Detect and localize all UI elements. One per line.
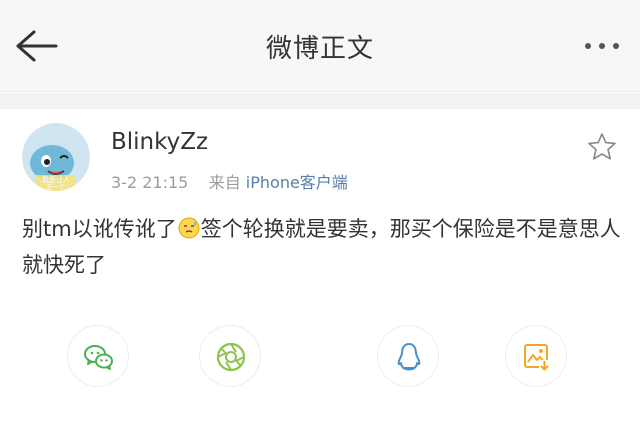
post-text: 别tm以讹传讹了 签个轮换就是要卖，那买个保险是不是意思人就快死了 — [22, 211, 622, 283]
wechat-icon — [84, 345, 113, 370]
avatar-caption-line-1: 我是让人 — [42, 175, 70, 184]
weibo-post: 我是让人 在一个 BlinkyZz 3-2 21:15 来自 iPhone客户端… — [0, 109, 640, 434]
post-meta: 3-2 21:15 来自 iPhone客户端 — [111, 169, 348, 193]
moments-shutter-icon — [216, 342, 246, 372]
sweat-emoji-icon — [178, 214, 200, 239]
save-image-icon — [524, 344, 550, 371]
post-time: 3-2 21:15 — [111, 173, 189, 192]
section-divider — [0, 93, 640, 109]
username[interactable]: BlinkyZz — [111, 129, 208, 155]
avatar[interactable]: 我是让人 在一个 — [22, 123, 90, 191]
more-dots-icon[interactable] — [578, 30, 626, 62]
page-title: 微博正文 — [265, 34, 374, 64]
star-icon[interactable] — [586, 131, 618, 163]
save-image-button[interactable] — [505, 325, 567, 387]
avatar-caption-line-2: 在一个 — [47, 183, 65, 191]
post-source[interactable]: iPhone客户端 — [246, 173, 348, 192]
source-prefix: 来自 — [208, 173, 241, 192]
share-moments-button[interactable] — [199, 325, 261, 387]
top-nav-bar: 微博正文 — [0, 0, 640, 92]
post-text-part-1: 别tm以讹传讹了 — [22, 217, 177, 241]
qq-penguin-icon — [397, 343, 421, 371]
share-wechat-button[interactable] — [67, 325, 129, 387]
share-qq-button[interactable] — [377, 325, 439, 387]
